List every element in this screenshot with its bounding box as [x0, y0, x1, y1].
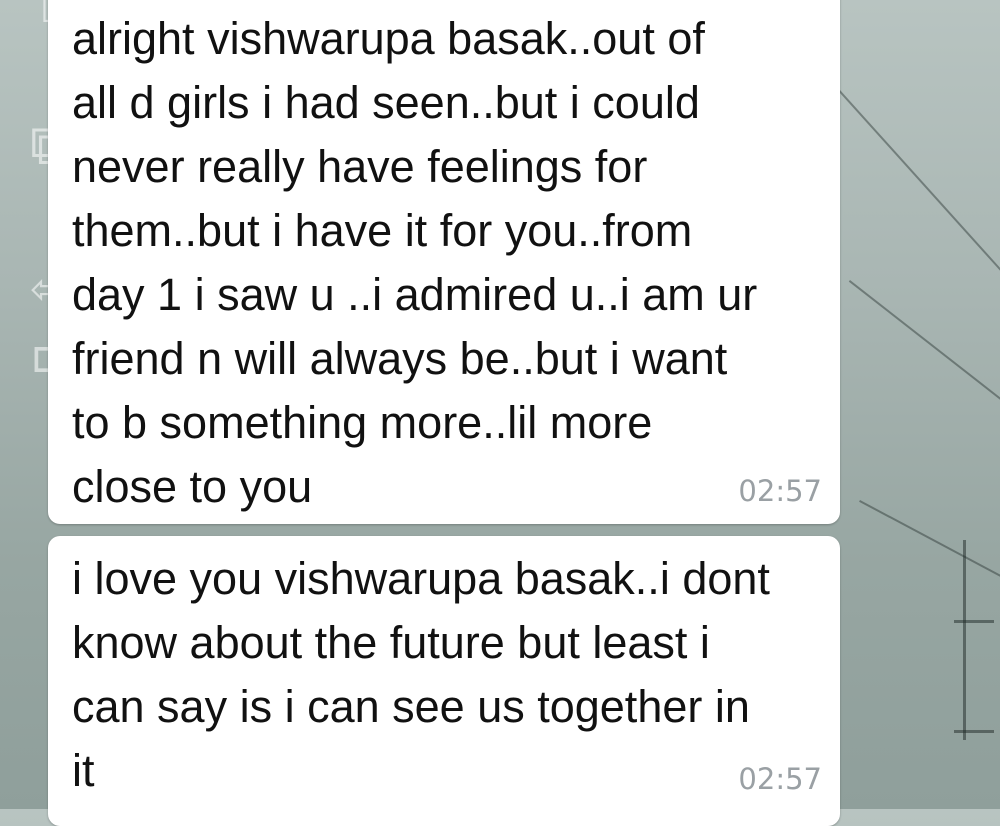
message-bubble[interactable]: alright vishwarupa basak..out of all d g… — [48, 0, 840, 524]
message-timestamp: 02:57 — [738, 762, 822, 796]
message-bubble[interactable]: i love you vishwarupa basak..i dont know… — [48, 536, 840, 826]
background-pole — [954, 540, 994, 740]
message-text: i love you vishwarupa basak..i dont know… — [72, 553, 770, 796]
background-wire — [838, 90, 1000, 285]
message-timestamp: 02:57 — [738, 474, 822, 508]
background-wire — [848, 280, 1000, 430]
message-text: alright vishwarupa basak..out of all d g… — [72, 13, 758, 512]
